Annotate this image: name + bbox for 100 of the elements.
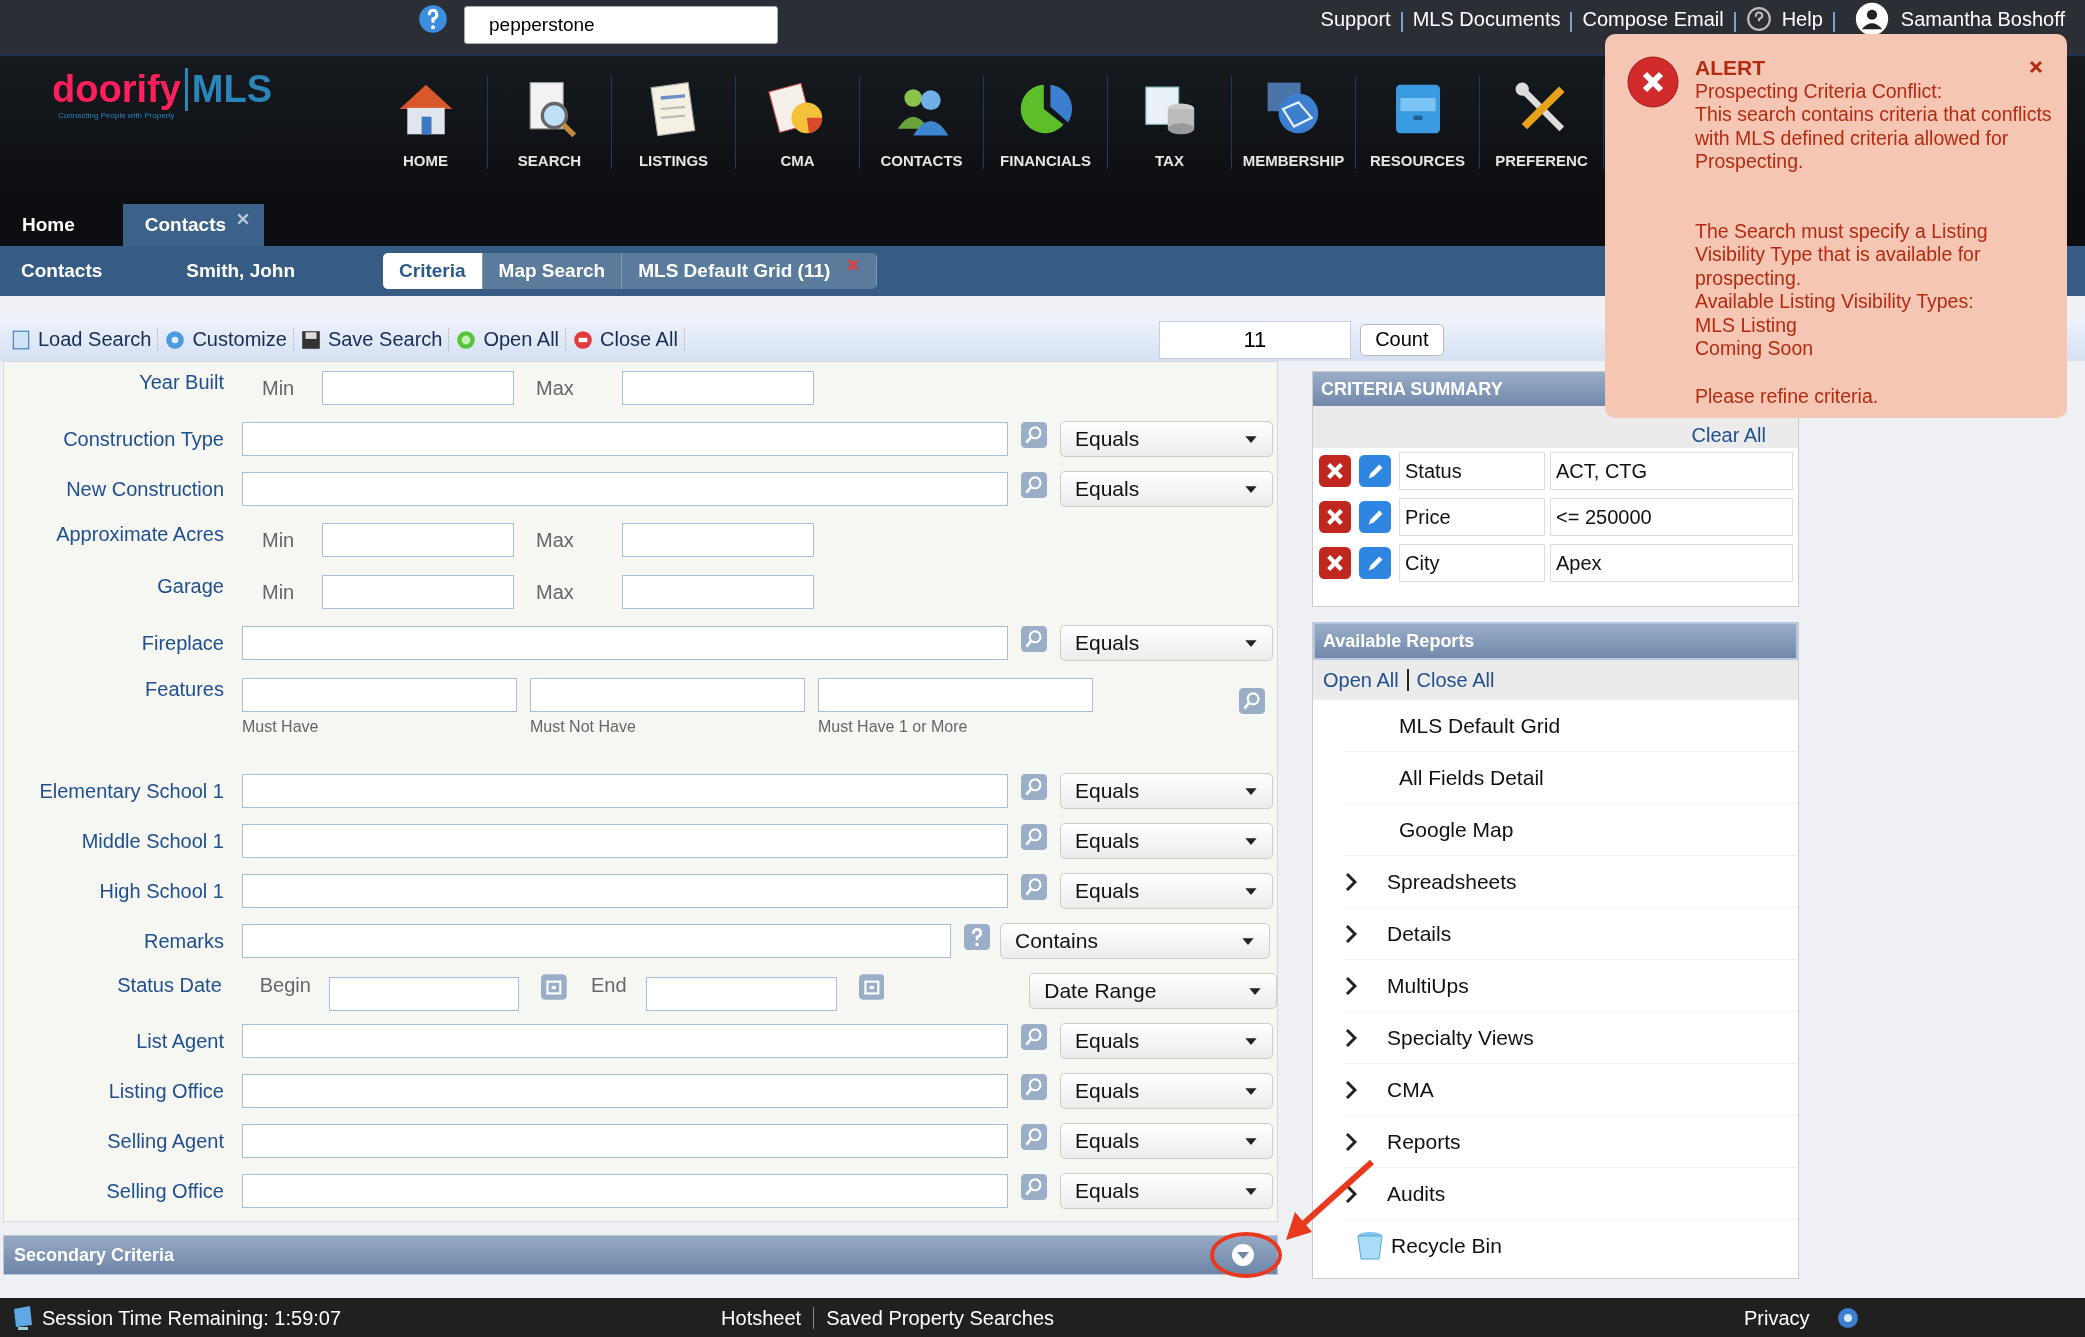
max-field[interactable] [622, 575, 814, 609]
close-icon[interactable] [236, 212, 251, 226]
help-icon[interactable] [418, 4, 448, 34]
top-link[interactable]: MLS Documents [1412, 7, 1561, 31]
operator-dropdown[interactable]: Equals [1060, 773, 1273, 809]
report-item[interactable]: MultiUps [1343, 960, 1798, 1012]
expand-icon[interactable] [1231, 1243, 1255, 1267]
privacy-link[interactable]: Privacy [1744, 1306, 1810, 1330]
calendar-icon[interactable] [541, 974, 567, 1000]
operator-dropdown[interactable]: Equals [1060, 873, 1273, 909]
max-field[interactable] [622, 523, 814, 557]
nav-item[interactable]: MEMBERSHIP [1232, 76, 1356, 169]
edit-icon[interactable] [1359, 501, 1391, 533]
report-item[interactable]: Google Map [1343, 804, 1798, 856]
min-field[interactable] [322, 371, 514, 405]
text-field[interactable] [818, 678, 1093, 712]
report-item[interactable]: Audits [1343, 1168, 1798, 1220]
text-field[interactable] [242, 774, 1008, 808]
toolbar-button[interactable]: Close All [570, 328, 685, 351]
text-field[interactable] [242, 924, 951, 958]
report-item[interactable]: CMA [1343, 1064, 1798, 1116]
report-item[interactable]: Details [1343, 908, 1798, 960]
operator-dropdown[interactable]: Equals [1060, 1023, 1273, 1059]
text-field[interactable] [530, 678, 805, 712]
search-icon[interactable] [1021, 874, 1047, 900]
logo[interactable]: doorify MLS Connecting People with Property [52, 64, 302, 148]
operator-dropdown[interactable]: Equals [1060, 421, 1273, 457]
operator-dropdown[interactable]: Contains [1000, 923, 1270, 959]
date-field[interactable] [646, 977, 837, 1011]
nav-item[interactable]: CONTACTS [860, 76, 984, 169]
report-item[interactable]: Spreadsheets [1343, 856, 1798, 908]
delete-icon[interactable] [1319, 501, 1351, 533]
report-item[interactable]: MLS Default Grid [1343, 700, 1798, 752]
text-field[interactable] [242, 472, 1008, 506]
nav-item[interactable]: LISTINGS [612, 76, 736, 169]
delete-icon[interactable] [1319, 547, 1351, 579]
breadcrumb-link[interactable]: Smith, John [186, 260, 296, 282]
chevron-icon[interactable] [1345, 923, 1357, 944]
operator-dropdown[interactable]: Date Range [1029, 973, 1277, 1009]
operator-dropdown[interactable]: Equals [1060, 1073, 1273, 1109]
text-field[interactable] [242, 1174, 1008, 1208]
page-tab[interactable]: Home [0, 204, 97, 246]
help-link[interactable]: Help [1781, 7, 1823, 31]
operator-dropdown[interactable]: Equals [1060, 1123, 1273, 1159]
min-field[interactable] [322, 575, 514, 609]
text-field[interactable] [242, 824, 1008, 858]
nav-item[interactable]: RESOURCES [1356, 76, 1480, 169]
max-field[interactable] [622, 371, 814, 405]
close-all-link[interactable]: Close All [1416, 668, 1495, 692]
count-button[interactable]: Count [1359, 323, 1444, 356]
help-icon[interactable] [1745, 6, 1772, 32]
top-link[interactable]: Compose Email [1582, 7, 1724, 31]
text-field[interactable] [242, 874, 1008, 908]
view-tab[interactable]: Criteria [383, 253, 483, 289]
date-field[interactable] [329, 977, 520, 1011]
operator-dropdown[interactable]: Equals [1060, 823, 1273, 859]
footer-link[interactable]: Saved Property Searches [826, 1306, 1055, 1330]
search-field[interactable]: pepperstone [464, 6, 778, 44]
search-icon[interactable] [1239, 688, 1265, 714]
min-field[interactable] [322, 523, 514, 557]
search-icon[interactable] [1021, 472, 1047, 498]
search-icon[interactable] [1021, 1074, 1047, 1100]
operator-dropdown[interactable]: Equals [1060, 471, 1273, 507]
operator-dropdown[interactable]: Equals [1060, 625, 1273, 661]
report-item[interactable]: Reports [1343, 1116, 1798, 1168]
chevron-icon[interactable] [1345, 1027, 1357, 1048]
nav-item[interactable]: FINANCIALS [984, 76, 1108, 169]
toolbar-button[interactable]: Save Search [297, 328, 450, 351]
nav-item[interactable]: SEARCH [488, 76, 612, 169]
avatar-icon[interactable] [1854, 2, 1889, 36]
search-icon[interactable] [1021, 774, 1047, 800]
search-icon[interactable] [1021, 626, 1047, 652]
nav-item[interactable]: HOME [364, 76, 488, 169]
report-item[interactable]: All Fields Detail [1343, 752, 1798, 804]
text-field[interactable] [242, 1024, 1008, 1058]
search-icon[interactable] [1021, 824, 1047, 850]
edit-icon[interactable] [1359, 455, 1391, 487]
user-name[interactable]: Samantha Boshoff [1900, 7, 2065, 31]
page-tab[interactable]: Contacts [122, 204, 265, 246]
text-field[interactable] [242, 626, 1008, 660]
nav-item[interactable]: PREFERENC [1480, 76, 1604, 169]
chevron-icon[interactable] [1345, 871, 1357, 892]
breadcrumb-link[interactable]: Contacts [21, 260, 103, 282]
count-field[interactable]: 11 [1158, 320, 1351, 359]
search-icon[interactable] [1021, 1174, 1047, 1200]
nav-item[interactable]: TAX [1108, 76, 1232, 169]
footer-link[interactable]: Hotsheet [721, 1306, 802, 1330]
operator-dropdown[interactable]: Equals [1060, 1173, 1273, 1209]
text-field[interactable] [242, 422, 1008, 456]
search-icon[interactable] [1021, 1024, 1047, 1050]
nav-item[interactable]: CMA [736, 76, 860, 169]
view-tab[interactable]: MLS Default Grid (11) [622, 253, 878, 289]
search-icon[interactable] [1021, 1124, 1047, 1150]
clear-all-link[interactable]: Clear All [1691, 424, 1766, 447]
text-field[interactable] [242, 678, 517, 712]
toolbar-button[interactable]: Open All [453, 328, 567, 351]
report-item[interactable]: Recycle Bin [1343, 1220, 1798, 1271]
close-icon[interactable] [2029, 60, 2043, 74]
chevron-icon[interactable] [1345, 1183, 1357, 1204]
chevron-icon[interactable] [1345, 1079, 1357, 1100]
